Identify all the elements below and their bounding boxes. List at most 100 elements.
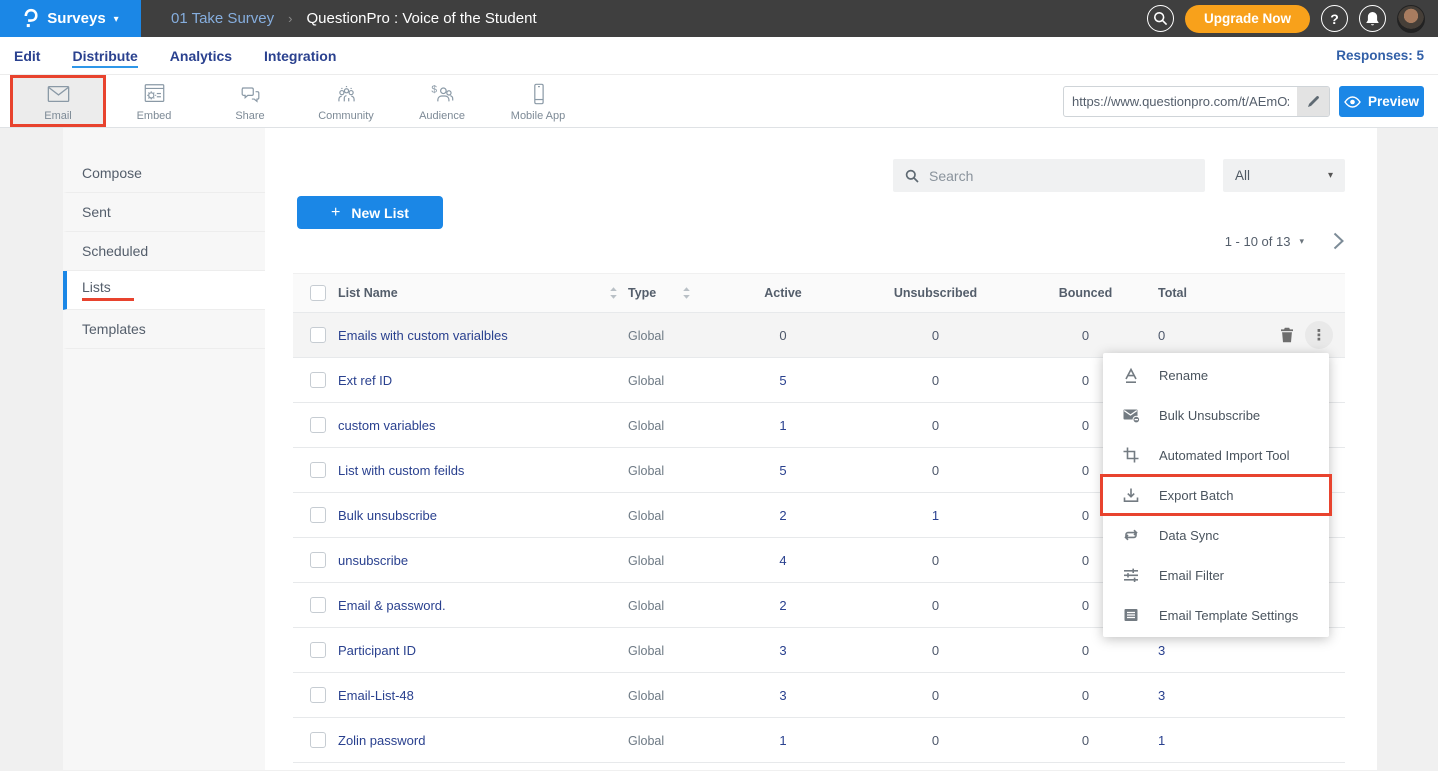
tabbar: EditDistributeAnalyticsIntegration Respo… <box>0 37 1438 75</box>
toolbar-tile-email[interactable]: Email <box>10 75 106 127</box>
list-name-link[interactable]: Email & password. <box>338 598 446 613</box>
active-count[interactable]: 3 <box>718 688 848 703</box>
unsubscribed-count[interactable]: 1 <box>848 508 1023 523</box>
menu-item-label: Email Filter <box>1159 568 1224 583</box>
menu-item-email-filter[interactable]: Email Filter <box>1103 555 1329 595</box>
toolbar-tile-mobile-app[interactable]: Mobile App <box>490 75 586 127</box>
pagination-range-dropdown[interactable]: 1 - 10 of 13 ▾ <box>1225 234 1304 249</box>
row-checkbox[interactable] <box>310 732 326 748</box>
breadcrumb-title: QuestionPro : Voice of the Student <box>306 10 536 27</box>
survey-url-input[interactable] <box>1064 87 1297 116</box>
menu-item-bulk-unsubscribe[interactable]: Bulk Unsubscribe <box>1103 395 1329 435</box>
export-batch-icon <box>1122 486 1140 504</box>
menu-item-automated-import[interactable]: Automated Import Tool <box>1103 435 1329 475</box>
list-name-link[interactable]: custom variables <box>338 418 436 433</box>
sidebar-item-scheduled[interactable]: Scheduled <box>63 232 265 271</box>
toolbar-tile-audience[interactable]: $ Audience <box>394 75 490 127</box>
topbar: Surveys ▾ 01 Take Survey › QuestionPro :… <box>0 0 1438 37</box>
total-count[interactable]: 3 <box>1148 643 1248 658</box>
list-type: Global <box>628 509 664 523</box>
list-name-link[interactable]: Email-List-48 <box>338 688 414 703</box>
help-button[interactable]: ? <box>1321 5 1348 32</box>
preview-button[interactable]: Preview <box>1339 86 1424 117</box>
pagination-next-button[interactable] <box>1332 231 1345 251</box>
row-menu-button[interactable]: ⋮ <box>1305 321 1333 349</box>
search-button[interactable] <box>1147 5 1174 32</box>
toolbar-tile-embed[interactable]: Embed <box>106 75 202 127</box>
edit-url-button[interactable] <box>1297 87 1329 116</box>
select-all-checkbox[interactable] <box>310 285 326 301</box>
sidebar-item-sent[interactable]: Sent <box>63 193 265 232</box>
list-type: Global <box>628 734 664 748</box>
row-checkbox[interactable] <box>310 552 326 568</box>
list-name-link[interactable]: Bulk unsubscribe <box>338 508 437 523</box>
row-checkbox[interactable] <box>310 687 326 703</box>
table-row: Email-List-48 Global 3 0 0 3 ⋮ <box>293 673 1345 718</box>
bounced-count: 0 <box>1023 643 1148 658</box>
tile-label: Mobile App <box>511 110 565 122</box>
notifications-button[interactable] <box>1359 5 1386 32</box>
tab-analytics[interactable]: Analytics <box>170 39 232 73</box>
unsubscribed-count: 0 <box>848 733 1023 748</box>
active-count[interactable]: 5 <box>718 373 848 388</box>
list-name-link[interactable]: Zolin password <box>338 733 425 748</box>
active-count[interactable]: 2 <box>718 508 848 523</box>
surveys-menu-button[interactable]: Surveys ▾ <box>0 0 141 37</box>
breadcrumb-separator-icon: › <box>288 11 292 26</box>
breadcrumb-survey-link[interactable]: 01 Take Survey <box>171 10 274 27</box>
active-count[interactable]: 5 <box>718 463 848 478</box>
row-checkbox[interactable] <box>310 417 326 433</box>
toolbar-tile-share[interactable]: Share <box>202 75 298 127</box>
tile-label: Audience <box>419 110 465 122</box>
sort-icon[interactable] <box>682 286 691 300</box>
row-checkbox[interactable] <box>310 642 326 658</box>
sidebar-item-templates[interactable]: Templates <box>63 310 265 349</box>
total-count[interactable]: 1 <box>1148 733 1248 748</box>
sidebar-item-lists[interactable]: Lists <box>63 271 265 310</box>
active-count[interactable]: 3 <box>718 643 848 658</box>
list-search-input[interactable] <box>929 168 1193 184</box>
list-name-link[interactable]: Emails with custom varialbles <box>338 328 508 343</box>
tab-integration[interactable]: Integration <box>264 39 336 73</box>
menu-item-label: Bulk Unsubscribe <box>1159 408 1260 423</box>
avatar[interactable] <box>1397 5 1425 33</box>
tab-distribute[interactable]: Distribute <box>72 39 137 73</box>
automated-import-icon <box>1122 446 1140 464</box>
upgrade-now-button[interactable]: Upgrade Now <box>1185 5 1310 33</box>
chevron-down-icon: ▾ <box>1299 236 1304 247</box>
brand-label: Surveys <box>47 10 105 27</box>
list-name-link[interactable]: List with custom feilds <box>338 463 464 478</box>
list-filter-dropdown[interactable]: All ▾ <box>1223 159 1345 192</box>
sidebar-item-label: Templates <box>82 321 265 337</box>
sidebar-item-compose[interactable]: Compose <box>63 154 265 193</box>
row-checkbox[interactable] <box>310 327 326 343</box>
tab-edit[interactable]: Edit <box>14 39 40 73</box>
menu-item-export-batch[interactable]: Export Batch <box>1103 475 1329 515</box>
survey-url-box <box>1063 86 1330 117</box>
row-checkbox[interactable] <box>310 507 326 523</box>
sort-icon[interactable] <box>609 286 618 300</box>
active-count[interactable]: 1 <box>718 733 848 748</box>
table-row: Zolin password Global 1 0 0 1 ⋮ <box>293 718 1345 763</box>
row-actions: ⋮ <box>1248 321 1345 349</box>
row-checkbox[interactable] <box>310 462 326 478</box>
svg-text:$: $ <box>431 84 437 95</box>
list-name-link[interactable]: Participant ID <box>338 643 416 658</box>
new-list-button[interactable]: + New List <box>297 196 443 229</box>
total-count[interactable]: 3 <box>1148 688 1248 703</box>
menu-item-email-template-settings[interactable]: Email Template Settings <box>1103 595 1329 635</box>
list-name-link[interactable]: unsubscribe <box>338 553 408 568</box>
toolbar-tile-community[interactable]: Community <box>298 75 394 127</box>
row-checkbox[interactable] <box>310 597 326 613</box>
list-name-link[interactable]: Ext ref ID <box>338 373 392 388</box>
active-count[interactable]: 2 <box>718 598 848 613</box>
pagination-range-label: 1 - 10 of 13 <box>1225 234 1291 249</box>
trash-icon <box>1280 327 1294 343</box>
list-type: Global <box>628 329 664 343</box>
delete-list-button[interactable] <box>1276 324 1298 346</box>
row-checkbox[interactable] <box>310 372 326 388</box>
active-count[interactable]: 4 <box>718 553 848 568</box>
menu-item-rename[interactable]: Rename <box>1103 355 1329 395</box>
active-count[interactable]: 1 <box>718 418 848 433</box>
menu-item-data-sync[interactable]: Data Sync <box>1103 515 1329 555</box>
